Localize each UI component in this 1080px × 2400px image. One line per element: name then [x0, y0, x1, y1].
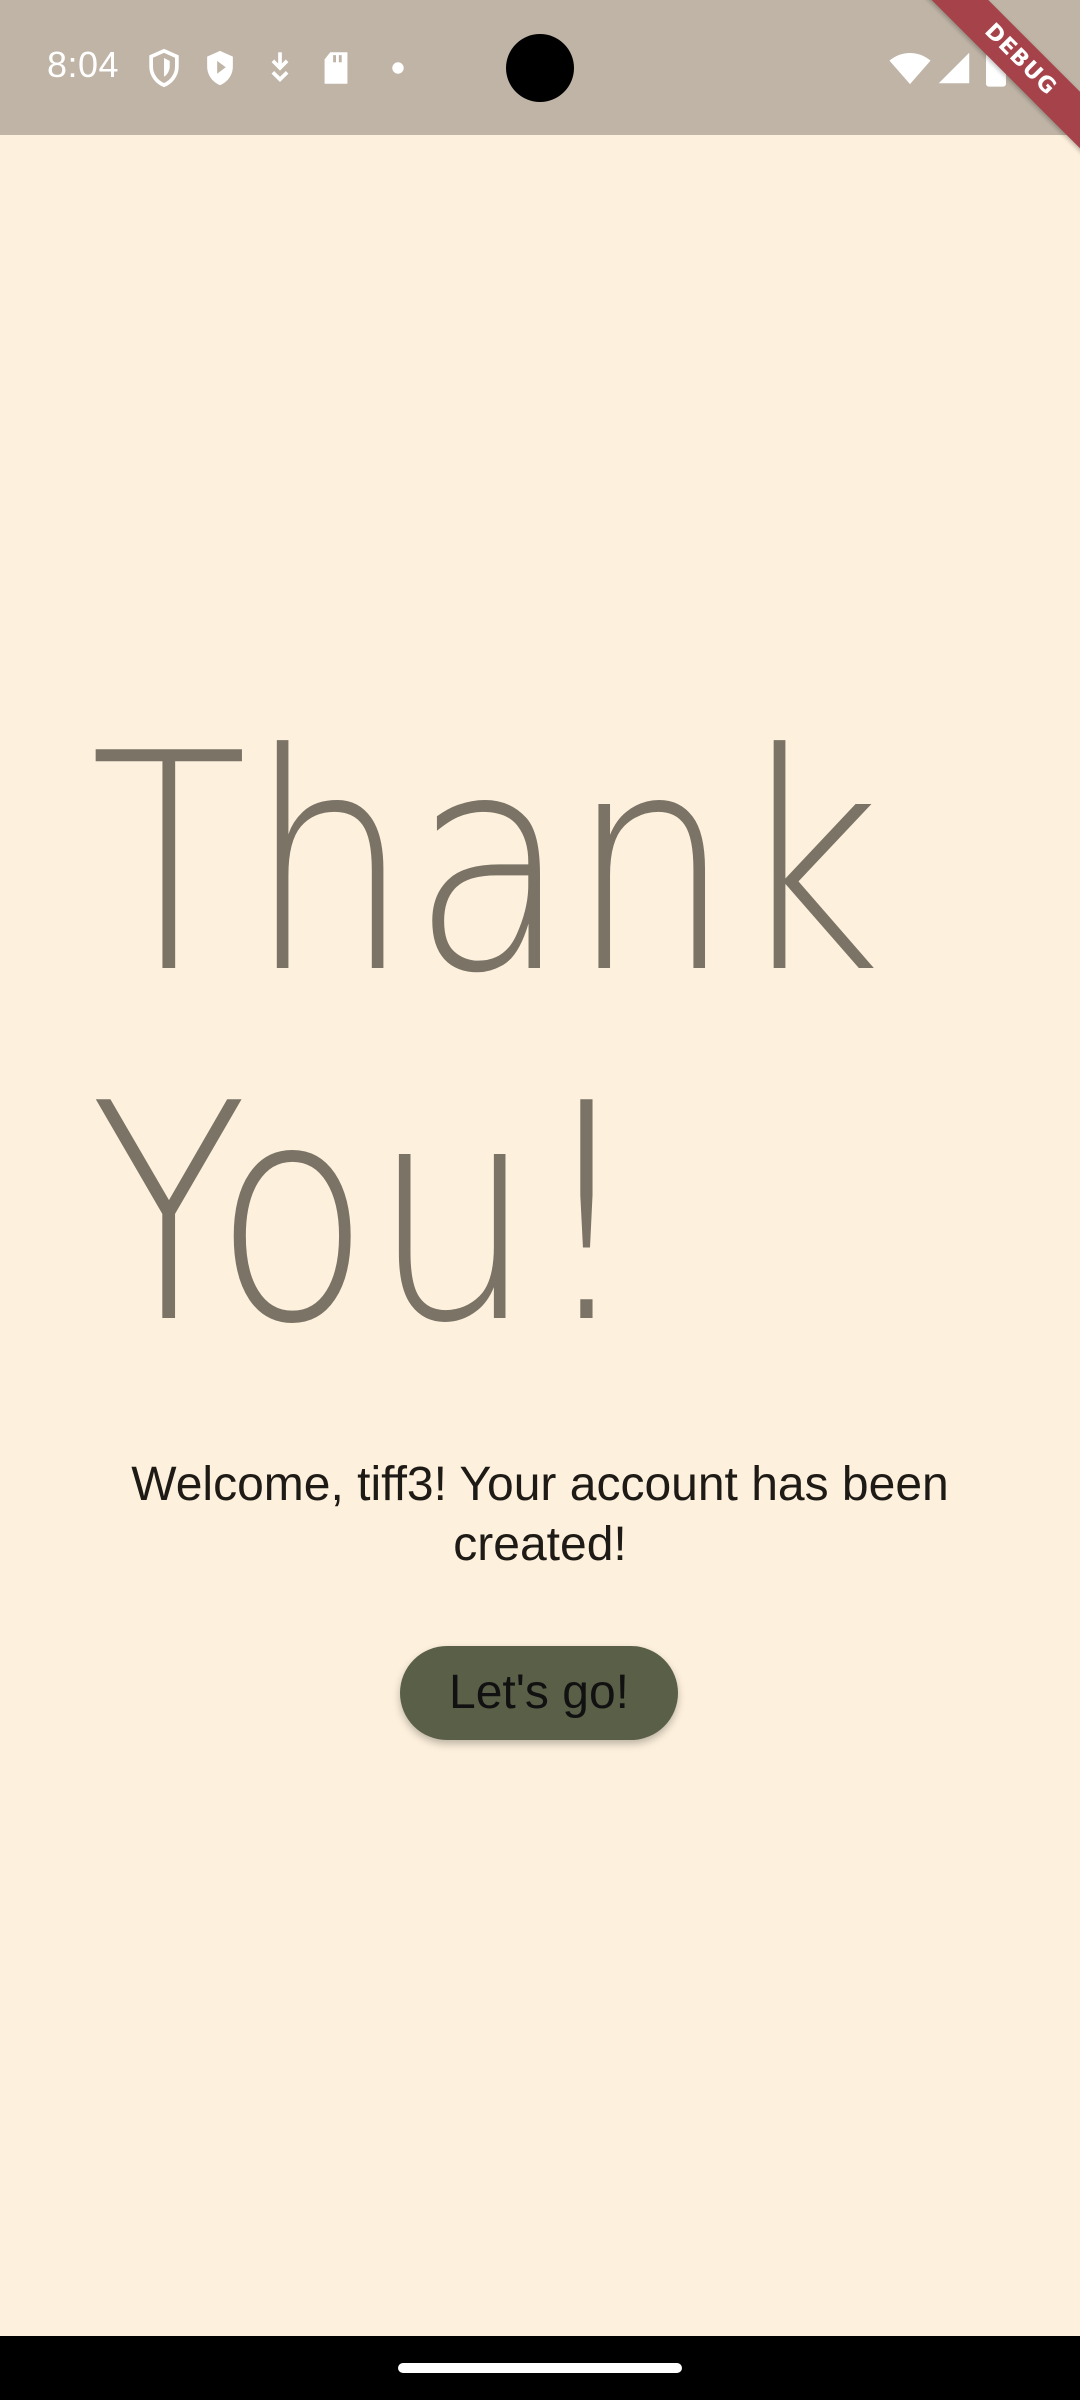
- debug-label: DEBUG: [920, 0, 1080, 160]
- headline: Thank You!: [90, 690, 1040, 1390]
- sd-card-icon: [324, 52, 348, 84]
- headline-line-2: You!: [90, 1040, 639, 1389]
- status-bar: 8:04 DEBUG: [0, 0, 1080, 160]
- shield-outline-icon: [149, 48, 179, 88]
- dot-icon: [392, 62, 404, 74]
- home-gesture-handle[interactable]: [398, 2363, 682, 2373]
- status-time: 8:04: [47, 44, 120, 85]
- download-icon: [271, 52, 289, 83]
- headline-line-1: Thank: [90, 690, 883, 1039]
- lets-go-button[interactable]: Let's go!: [400, 1646, 678, 1740]
- camera-cutout: [506, 34, 574, 102]
- welcome-message: Welcome, tiff3! Your account has been cr…: [131, 1458, 949, 1571]
- play-shield-icon: [207, 50, 233, 86]
- debug-banner: DEBUG: [920, 0, 1080, 160]
